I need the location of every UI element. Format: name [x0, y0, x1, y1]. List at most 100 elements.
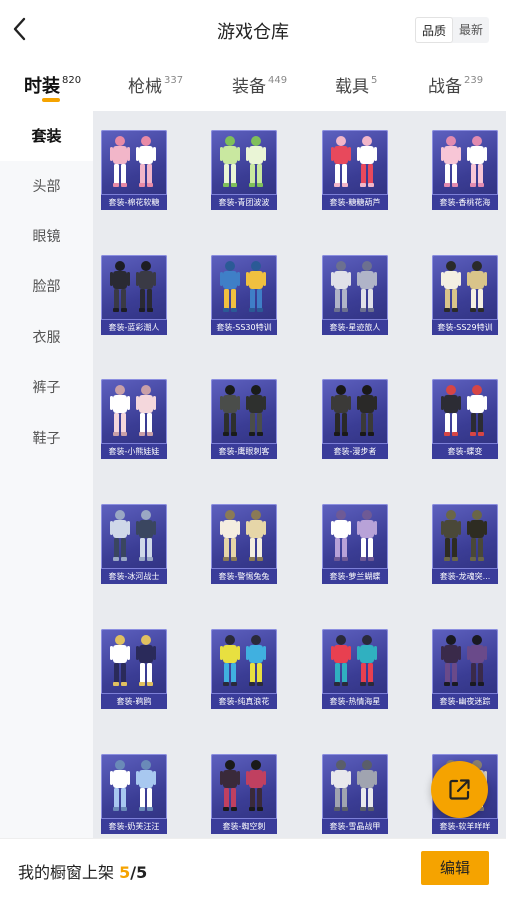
outfit-card[interactable]: 套装-热情海星 [322, 629, 388, 709]
outfit-preview-image [110, 385, 156, 436]
outfit-card[interactable]: 套装-小熊娃娃 [101, 379, 167, 459]
outfit-card[interactable]: 套装-香桃花海 [432, 130, 498, 210]
tab-guns[interactable]: 枪械 337 [128, 72, 183, 97]
outfit-preview-image [220, 136, 266, 187]
outfit-name: 套装-棉花软糖 [101, 194, 167, 210]
showcase-count: 5 [119, 863, 131, 882]
outfit-card[interactable]: 套装-漫步者 [322, 379, 388, 459]
share-external-icon [449, 779, 470, 800]
tab-vehicles[interactable]: 载具 5 [335, 72, 377, 97]
outfit-name: 套装-软羊咩咩 [432, 818, 498, 834]
outfit-card[interactable]: 套装-幽夜迷踪 [432, 629, 498, 709]
outfit-preview-image [441, 385, 487, 436]
outfit-preview-image [441, 261, 487, 312]
outfit-name: 套装-纯真浪花 [211, 693, 277, 709]
outfit-preview-image [331, 136, 377, 187]
outfit-preview-image [331, 510, 377, 561]
tab-label: 战备 [428, 77, 462, 97]
outfit-preview-image [220, 760, 266, 811]
sidebar-item-pants[interactable]: 裤子 [0, 363, 93, 413]
outfit-card[interactable]: 套装-鹰眼刺客 [211, 379, 277, 459]
outfit-name: 套装-糖糖葫芦 [322, 194, 388, 210]
outfit-preview-image [441, 136, 487, 187]
outfit-card[interactable]: 套装-纯真浪花 [211, 629, 277, 709]
outfit-card[interactable]: 套装-奶芙汪汪 [101, 754, 167, 834]
outfit-name: 套装-漫步者 [322, 443, 388, 459]
outfit-preview-image [331, 385, 377, 436]
active-tab-indicator [42, 98, 60, 102]
outfit-name: 套装-蝶变 [432, 443, 498, 459]
sidebar-item-shoes[interactable]: 鞋子 [0, 414, 93, 464]
item-grid: 套装-棉花软糖 套装-青团波波 套装-糖糖葫芦 套装-香桃花海套装-蓝彩潮人 套装-SS… [93, 111, 506, 838]
outfit-name: 套装-幽夜迷踪 [432, 693, 498, 709]
outfit-card[interactable]: 套装-萝兰蝴蝶 [322, 504, 388, 584]
tab-count: 449 [268, 75, 288, 86]
sort-toggle: 品质 最新 [415, 17, 489, 43]
outfit-card[interactable]: 套装-警惕兔兔 [211, 504, 277, 584]
outfit-card[interactable]: 套装-SS29特训 [432, 255, 498, 335]
outfit-name: 套装-星迹旅人 [322, 319, 388, 335]
outfit-preview-image [220, 635, 266, 686]
outfit-preview-image [220, 385, 266, 436]
tab-label: 载具 [335, 77, 369, 97]
sidebar-item-head[interactable]: 头部 [0, 162, 93, 212]
outfit-preview-image [441, 635, 487, 686]
outfit-preview-image [110, 635, 156, 686]
tab-count: 820 [62, 75, 82, 86]
outfit-name: 套装-雪晶战甲 [322, 818, 388, 834]
tab-supplies[interactable]: 战备 239 [428, 72, 483, 97]
outfit-card[interactable]: 套装-蜘空刺 [211, 754, 277, 834]
outfit-card[interactable]: 套装-雪晶战甲 [322, 754, 388, 834]
outfit-preview-image [331, 635, 377, 686]
outfit-name: 套装-热情海星 [322, 693, 388, 709]
outfit-name: 套装-蜘空刺 [211, 818, 277, 834]
sidebar: 套装 头部 眼镜 脸部 衣服 裤子 鞋子 [0, 111, 93, 838]
share-button[interactable] [431, 761, 488, 818]
sidebar-item-clothes[interactable]: 衣服 [0, 313, 93, 363]
outfit-card[interactable]: 套装-鹈鸥 [101, 629, 167, 709]
outfit-name: 套装-警惕兔兔 [211, 568, 277, 584]
outfit-name: 套装-鹈鸥 [101, 693, 167, 709]
outfit-preview-image [220, 510, 266, 561]
outfit-name: 套装-冰河战士 [101, 568, 167, 584]
sort-latest-button[interactable]: 最新 [453, 17, 489, 43]
outfit-preview-image [110, 136, 156, 187]
outfit-preview-image [220, 261, 266, 312]
showcase-label: 我的橱窗上架 [18, 863, 115, 882]
sidebar-item-face[interactable]: 脸部 [0, 262, 93, 312]
outfit-card[interactable]: 套装-SS30特训 [211, 255, 277, 335]
outfit-preview-image [110, 261, 156, 312]
outfit-card[interactable]: 套装-龙魂突... [432, 504, 498, 584]
outfit-preview-image [331, 261, 377, 312]
tab-equipment[interactable]: 装备 449 [232, 72, 287, 97]
sort-quality-button[interactable]: 品质 [415, 17, 453, 43]
sidebar-item-suit[interactable]: 套装 [0, 111, 93, 161]
outfit-card[interactable]: 套装-蝶变 [432, 379, 498, 459]
outfit-name: 套装-SS30特训 [211, 319, 277, 335]
outfit-card[interactable]: 套装-蓝彩潮人 [101, 255, 167, 335]
showcase-status: 我的橱窗上架 5/5 [18, 859, 147, 883]
outfit-name: 套装-SS29特训 [432, 319, 498, 335]
outfit-name: 套装-小熊娃娃 [101, 443, 167, 459]
outfit-preview-image [331, 760, 377, 811]
outfit-card[interactable]: 套装-糖糖葫芦 [322, 130, 388, 210]
tab-label: 枪械 [128, 77, 162, 97]
sidebar-item-glasses[interactable]: 眼镜 [0, 212, 93, 262]
tab-label: 时装 [24, 76, 60, 97]
outfit-card[interactable]: 套装-青团波波 [211, 130, 277, 210]
outfit-card[interactable]: 套装-星迹旅人 [322, 255, 388, 335]
tab-count: 239 [464, 75, 484, 86]
outfit-card[interactable]: 套装-冰河战士 [101, 504, 167, 584]
outfit-name: 套装-萝兰蝴蝶 [322, 568, 388, 584]
outfit-name: 套装-青团波波 [211, 194, 277, 210]
tab-count: 337 [164, 75, 184, 86]
header: 游戏仓库 品质 最新 [0, 0, 506, 60]
outfit-name: 套装-蓝彩潮人 [101, 319, 167, 335]
outfit-preview-image [110, 510, 156, 561]
bottom-bar: 我的橱窗上架 5/5 编辑 [0, 838, 506, 897]
outfit-card[interactable]: 套装-棉花软糖 [101, 130, 167, 210]
outfit-name: 套装-鹰眼刺客 [211, 443, 277, 459]
tab-fashion[interactable]: 时装 820 [24, 72, 81, 98]
edit-button[interactable]: 编辑 [421, 851, 489, 885]
outfit-name: 套装-香桃花海 [432, 194, 498, 210]
